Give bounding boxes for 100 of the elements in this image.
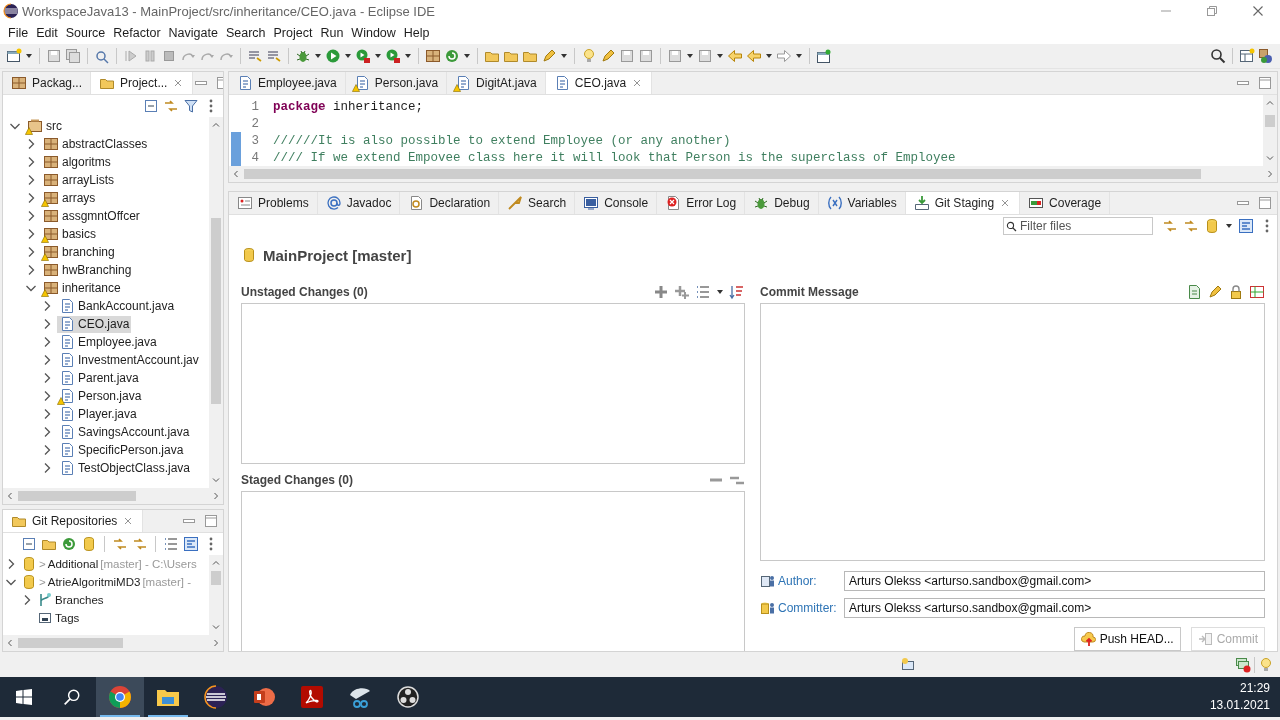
menu-item[interactable]: Run [316,26,348,40]
list-icon[interactable] [695,284,711,300]
arrow-left-icon[interactable] [231,169,241,179]
new-window-icon[interactable] [6,48,22,64]
view-tab[interactable]: Git Repositories [3,510,144,532]
tree-item[interactable]: basics [41,225,98,243]
lines-icon[interactable] [266,48,282,64]
tree-item[interactable]: Person.java [57,387,144,405]
tree-item[interactable]: CEO.java [57,315,132,333]
window-icon[interactable] [816,48,832,64]
restore-icon[interactable] [1204,3,1220,19]
commit-message-field[interactable] [760,303,1265,561]
maximize-icon[interactable] [203,513,219,529]
grid-icon[interactable] [1249,284,1265,300]
run-icon[interactable] [385,48,401,64]
scrollbar[interactable] [1263,95,1277,166]
view-tab[interactable]: Project... [91,72,194,94]
stop-icon[interactable] [161,48,177,64]
collapse-icon[interactable] [143,98,159,114]
save-icon[interactable] [46,48,62,64]
tree-item[interactable]: TestObjectClass.java [57,459,193,477]
tree-item[interactable]: Player.java [57,405,139,423]
tree-item[interactable]: abstractClasses [41,135,150,153]
tree-item[interactable]: arrays [41,189,98,207]
filter-field[interactable]: Filter files [1003,217,1153,235]
collapse-icon[interactable] [21,536,37,552]
view-tab[interactable]: Declaration [400,192,500,214]
refresh-icon[interactable] [61,536,77,552]
scrollbar-thumb[interactable] [244,169,1201,179]
plus-icon[interactable] [674,284,690,300]
arrow-right-icon[interactable] [1265,169,1275,179]
perspective-icon[interactable] [1258,48,1274,64]
cylinder-icon[interactable] [1204,218,1220,234]
run-icon[interactable] [325,48,341,64]
plus-icon[interactable] [653,284,669,300]
layout-icon[interactable] [183,536,199,552]
tree-item[interactable]: algoritms [41,153,113,171]
committer-field[interactable]: Arturs Olekss <arturso.sandbox@gmail.com> [844,598,1265,618]
refresh-icon[interactable] [444,48,460,64]
tree-item[interactable]: Branches [37,591,104,609]
maximize-icon[interactable] [1257,195,1273,211]
menu-item[interactable]: Search [221,26,270,40]
filter-icon[interactable] [183,98,199,114]
tree-item[interactable]: SavingsAccount.java [57,423,192,441]
magnifier-icon[interactable] [94,48,110,64]
push-button[interactable]: Push HEAD... [1073,627,1181,651]
tree-item[interactable]: Tags [37,609,80,627]
maximize-icon[interactable] [1257,75,1273,91]
lines-icon[interactable] [247,48,263,64]
scrollbar[interactable] [209,117,223,488]
tree-item[interactable]: src [25,117,64,135]
view-tab[interactable]: Console [575,192,658,214]
menu-item[interactable]: File [4,26,33,40]
lock-icon[interactable] [1228,284,1244,300]
menu-item[interactable]: Project [269,26,317,40]
editor-tab[interactable]: DigitAt.java [447,72,546,94]
scrollbar-thumb[interactable] [211,217,221,405]
bug-icon[interactable] [295,48,311,64]
menu-item[interactable]: Refactor [109,26,165,40]
pause-icon[interactable] [142,48,158,64]
layout-icon[interactable] [1238,218,1254,234]
save-all-icon[interactable] [65,48,81,64]
monitor-icon[interactable] [900,656,916,673]
package-icon[interactable] [425,48,441,64]
view-tab[interactable]: Javadoc [317,192,401,214]
tree-item[interactable]: > Additional [master] - C:\Users [21,555,197,573]
scrollbar[interactable] [3,635,223,651]
menu-item[interactable]: Navigate [164,26,222,40]
scrollbar[interactable] [209,555,223,635]
tree-item[interactable]: Employee.java [57,333,159,351]
link-icon[interactable] [1162,218,1178,234]
editor-tab[interactable]: CEO.java [545,72,653,94]
resume-icon[interactable] [123,48,139,64]
menu-item[interactable]: Help [399,26,434,40]
editor-tab[interactable]: Person.java [345,72,448,94]
sort-icon[interactable] [729,284,745,300]
scrollbar-thumb[interactable] [18,491,136,501]
arrow-right-icon[interactable] [211,638,221,648]
link-icon[interactable] [112,536,128,552]
document-icon[interactable] [1186,284,1202,300]
tree-item[interactable]: InvestmentAccount.jav [57,351,201,369]
link-icon[interactable] [163,98,179,114]
view-tab[interactable]: Variables [818,192,906,214]
tree-item[interactable]: arrayLists [41,171,116,189]
menu-item[interactable]: Edit [32,26,62,40]
tree-item[interactable]: assgmntOffcer [41,207,142,225]
tree-item[interactable]: BankAccount.java [57,297,177,315]
tree-item[interactable]: > AtrieAlgoritmiMD3 [master] - [21,573,191,591]
scrollbar[interactable] [229,166,1277,182]
arrow-right-icon[interactable] [211,491,221,501]
search-icon[interactable] [1210,48,1226,64]
arrow-left-icon[interactable] [5,638,15,648]
view-tab[interactable]: Debug [745,192,819,214]
link-icon[interactable] [1183,218,1199,234]
tree-item[interactable]: SpecificPerson.java [57,441,186,459]
view-tab[interactable]: Problems [229,192,318,214]
menu-item[interactable]: Window [347,26,400,40]
arrow-left-icon[interactable] [5,491,15,501]
save-icon[interactable] [619,48,635,64]
cylinder-icon[interactable] [81,536,97,552]
